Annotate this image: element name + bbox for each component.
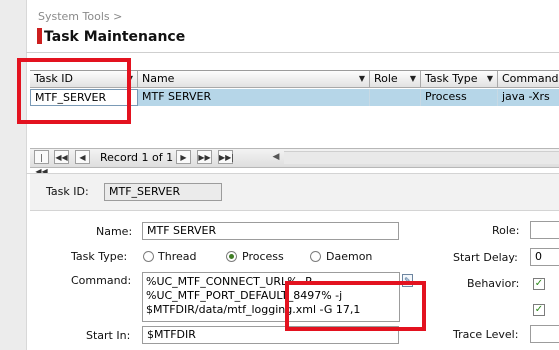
prev-page-icon[interactable]: ◀◀ xyxy=(54,150,69,164)
radio-daemon-label: Daemon xyxy=(326,250,373,263)
column-header-label: Name xyxy=(142,72,175,85)
trace-level-field[interactable] xyxy=(530,325,559,343)
task-type-label: Task Type: xyxy=(71,250,128,263)
cell-role[interactable] xyxy=(370,89,421,106)
column-header-label: Role xyxy=(374,72,398,85)
task-id-label: Task ID: xyxy=(46,185,89,198)
column-header-label: Command xyxy=(502,72,559,85)
last-page-icon[interactable]: ▶▶| xyxy=(218,150,234,164)
horizontal-scrollbar[interactable] xyxy=(284,151,559,164)
title-divider xyxy=(26,52,559,53)
radio-daemon[interactable] xyxy=(310,251,321,262)
first-page-icon[interactable]: |◀◀ xyxy=(34,150,49,176)
column-header-role[interactable]: Role ▼ xyxy=(370,71,421,88)
triangle-down-icon[interactable]: ▼ xyxy=(359,71,365,87)
command-label: Command: xyxy=(71,274,132,287)
role-field[interactable] xyxy=(530,221,559,239)
triangle-down-icon[interactable]: ▼ xyxy=(410,71,416,87)
scroll-left-icon[interactable]: ◀ xyxy=(270,150,282,164)
start-delay-field[interactable]: 0 xyxy=(530,248,559,266)
behavior-label: Behavior: xyxy=(467,277,520,290)
triangle-down-icon[interactable]: ▼ xyxy=(487,71,493,87)
start-in-label: Start In: xyxy=(86,329,131,342)
title-marker xyxy=(37,28,42,44)
behavior-checkbox-1[interactable]: ✓ xyxy=(533,278,545,290)
breadcrumb[interactable]: System Tools > xyxy=(38,10,122,23)
cell-command[interactable]: java -Xrs xyxy=(498,89,559,106)
annotation-highlight-command xyxy=(285,281,426,331)
next-icon[interactable]: ▶ xyxy=(176,150,191,164)
prev-icon[interactable]: ◀ xyxy=(75,150,90,164)
trace-level-label: Trace Level: xyxy=(453,328,519,341)
page-title: Task Maintenance xyxy=(44,29,186,45)
start-delay-label: Start Delay: xyxy=(453,251,518,264)
behavior-checkbox-2[interactable]: ✓ xyxy=(533,304,545,316)
next-page-icon[interactable]: ▶▶ xyxy=(197,150,212,164)
radio-process-label: Process xyxy=(242,250,284,263)
grid-pager: |◀◀ ◀◀ ◀ Record 1 of 1 ▶ ▶▶ ▶▶| ◀ xyxy=(30,148,559,176)
left-sidebar-strip xyxy=(0,0,27,350)
annotation-highlight-task-id xyxy=(17,58,131,124)
task-id-panel: Task ID: MTF_SERVER xyxy=(30,174,559,211)
name-label: Name: xyxy=(96,225,133,238)
record-count: Record 1 of 1 xyxy=(100,151,174,164)
radio-thread[interactable] xyxy=(143,251,154,262)
column-header-label: Task Type xyxy=(425,72,478,85)
task-id-field[interactable]: MTF_SERVER xyxy=(104,183,222,201)
radio-thread-label: Thread xyxy=(158,250,197,263)
cell-task-type[interactable]: Process xyxy=(421,89,498,106)
name-field[interactable]: MTF SERVER xyxy=(142,222,399,240)
column-header-name[interactable]: Name ▼ xyxy=(138,71,370,88)
column-header-task-type[interactable]: Task Type ▼ xyxy=(421,71,498,88)
cell-name[interactable]: MTF SERVER xyxy=(138,89,370,106)
radio-process[interactable] xyxy=(226,251,237,262)
column-header-command[interactable]: Command xyxy=(498,71,559,88)
role-label: Role: xyxy=(492,224,520,237)
